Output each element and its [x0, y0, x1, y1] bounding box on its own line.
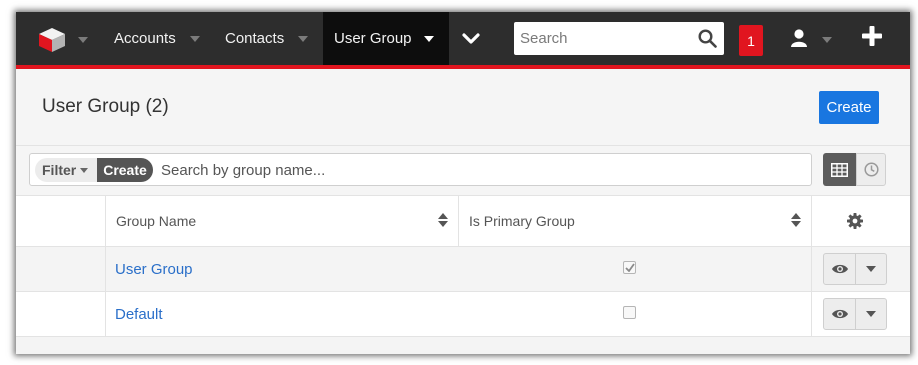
- column-divider: [811, 292, 812, 337]
- column-divider: [811, 196, 812, 248]
- more-chevron-icon[interactable]: [462, 30, 480, 48]
- table-footer-strip: [16, 337, 910, 354]
- grid-view-icon: [831, 162, 848, 177]
- gear-icon[interactable]: [847, 213, 863, 229]
- chevron-down-icon: [866, 311, 876, 317]
- global-search[interactable]: [514, 22, 724, 55]
- top-navbar: Accounts Contacts User Group 1: [16, 12, 910, 69]
- column-divider: [105, 247, 106, 292]
- column-divider: [105, 292, 106, 337]
- column-header-group-name[interactable]: Group Name: [116, 213, 196, 229]
- chevron-down-icon: [80, 167, 89, 173]
- is-primary-checkbox: [623, 261, 636, 274]
- header-divider: [16, 145, 910, 146]
- table-row: Default: [16, 292, 910, 337]
- clock-icon: [863, 162, 879, 177]
- logo-caret-icon[interactable]: [78, 37, 88, 43]
- filter-bar: Filter Create: [29, 153, 812, 186]
- group-name-link[interactable]: User Group: [115, 261, 193, 278]
- is-primary-checkbox: [623, 306, 636, 319]
- column-header-is-primary[interactable]: Is Primary Group: [469, 213, 575, 229]
- notification-count: 1: [747, 32, 755, 49]
- filter-dropdown[interactable]: Filter: [42, 158, 89, 182]
- view-record-button[interactable]: [823, 253, 856, 285]
- global-search-input[interactable]: [520, 27, 690, 49]
- nav-accounts-label: Accounts: [114, 30, 176, 47]
- chevron-down-icon[interactable]: [423, 35, 434, 42]
- column-divider: [458, 196, 459, 248]
- chevron-down-icon: [866, 266, 876, 272]
- row-actions-dropdown[interactable]: [855, 253, 887, 285]
- nav-accounts[interactable]: Accounts: [114, 12, 200, 65]
- filter-label: Filter: [42, 162, 77, 178]
- row-actions-dropdown[interactable]: [855, 298, 887, 330]
- app-window: Accounts Contacts User Group 1: [16, 12, 910, 354]
- user-menu-caret-icon[interactable]: [822, 37, 832, 43]
- chevron-down-icon[interactable]: [298, 35, 309, 42]
- view-record-button[interactable]: [823, 298, 856, 330]
- create-button[interactable]: Create: [819, 91, 879, 124]
- sort-icon[interactable]: [438, 213, 448, 227]
- checkmark-icon: [624, 263, 635, 272]
- grid-view-button[interactable]: [823, 153, 856, 186]
- nav-contacts-label: Contacts: [225, 30, 285, 47]
- eye-icon: [831, 264, 848, 274]
- table-row: User Group: [16, 247, 910, 292]
- nav-active-label: User Group: [334, 30, 412, 47]
- filter-pill: Filter Create: [35, 158, 153, 182]
- page-title: User Group (2): [42, 96, 169, 117]
- eye-icon: [831, 309, 848, 319]
- column-divider: [811, 247, 812, 292]
- plus-icon[interactable]: [862, 26, 882, 46]
- nav-user-group-active[interactable]: User Group: [323, 12, 449, 65]
- user-group-table: Group Name Is Primary Group User Group D…: [16, 195, 910, 354]
- cube-logo-icon[interactable]: [38, 27, 66, 53]
- column-divider: [105, 196, 106, 248]
- filter-create-button[interactable]: Create: [97, 158, 153, 182]
- sort-icon[interactable]: [791, 213, 801, 227]
- user-icon[interactable]: [790, 28, 808, 48]
- chevron-down-icon[interactable]: [189, 35, 200, 42]
- notification-badge[interactable]: 1: [739, 25, 763, 56]
- group-search-input[interactable]: [161, 160, 761, 180]
- group-name-link[interactable]: Default: [115, 306, 163, 323]
- search-icon[interactable]: [698, 29, 717, 48]
- nav-contacts[interactable]: Contacts: [225, 12, 309, 65]
- table-header: Group Name Is Primary Group: [16, 195, 910, 248]
- history-view-button[interactable]: [856, 153, 886, 186]
